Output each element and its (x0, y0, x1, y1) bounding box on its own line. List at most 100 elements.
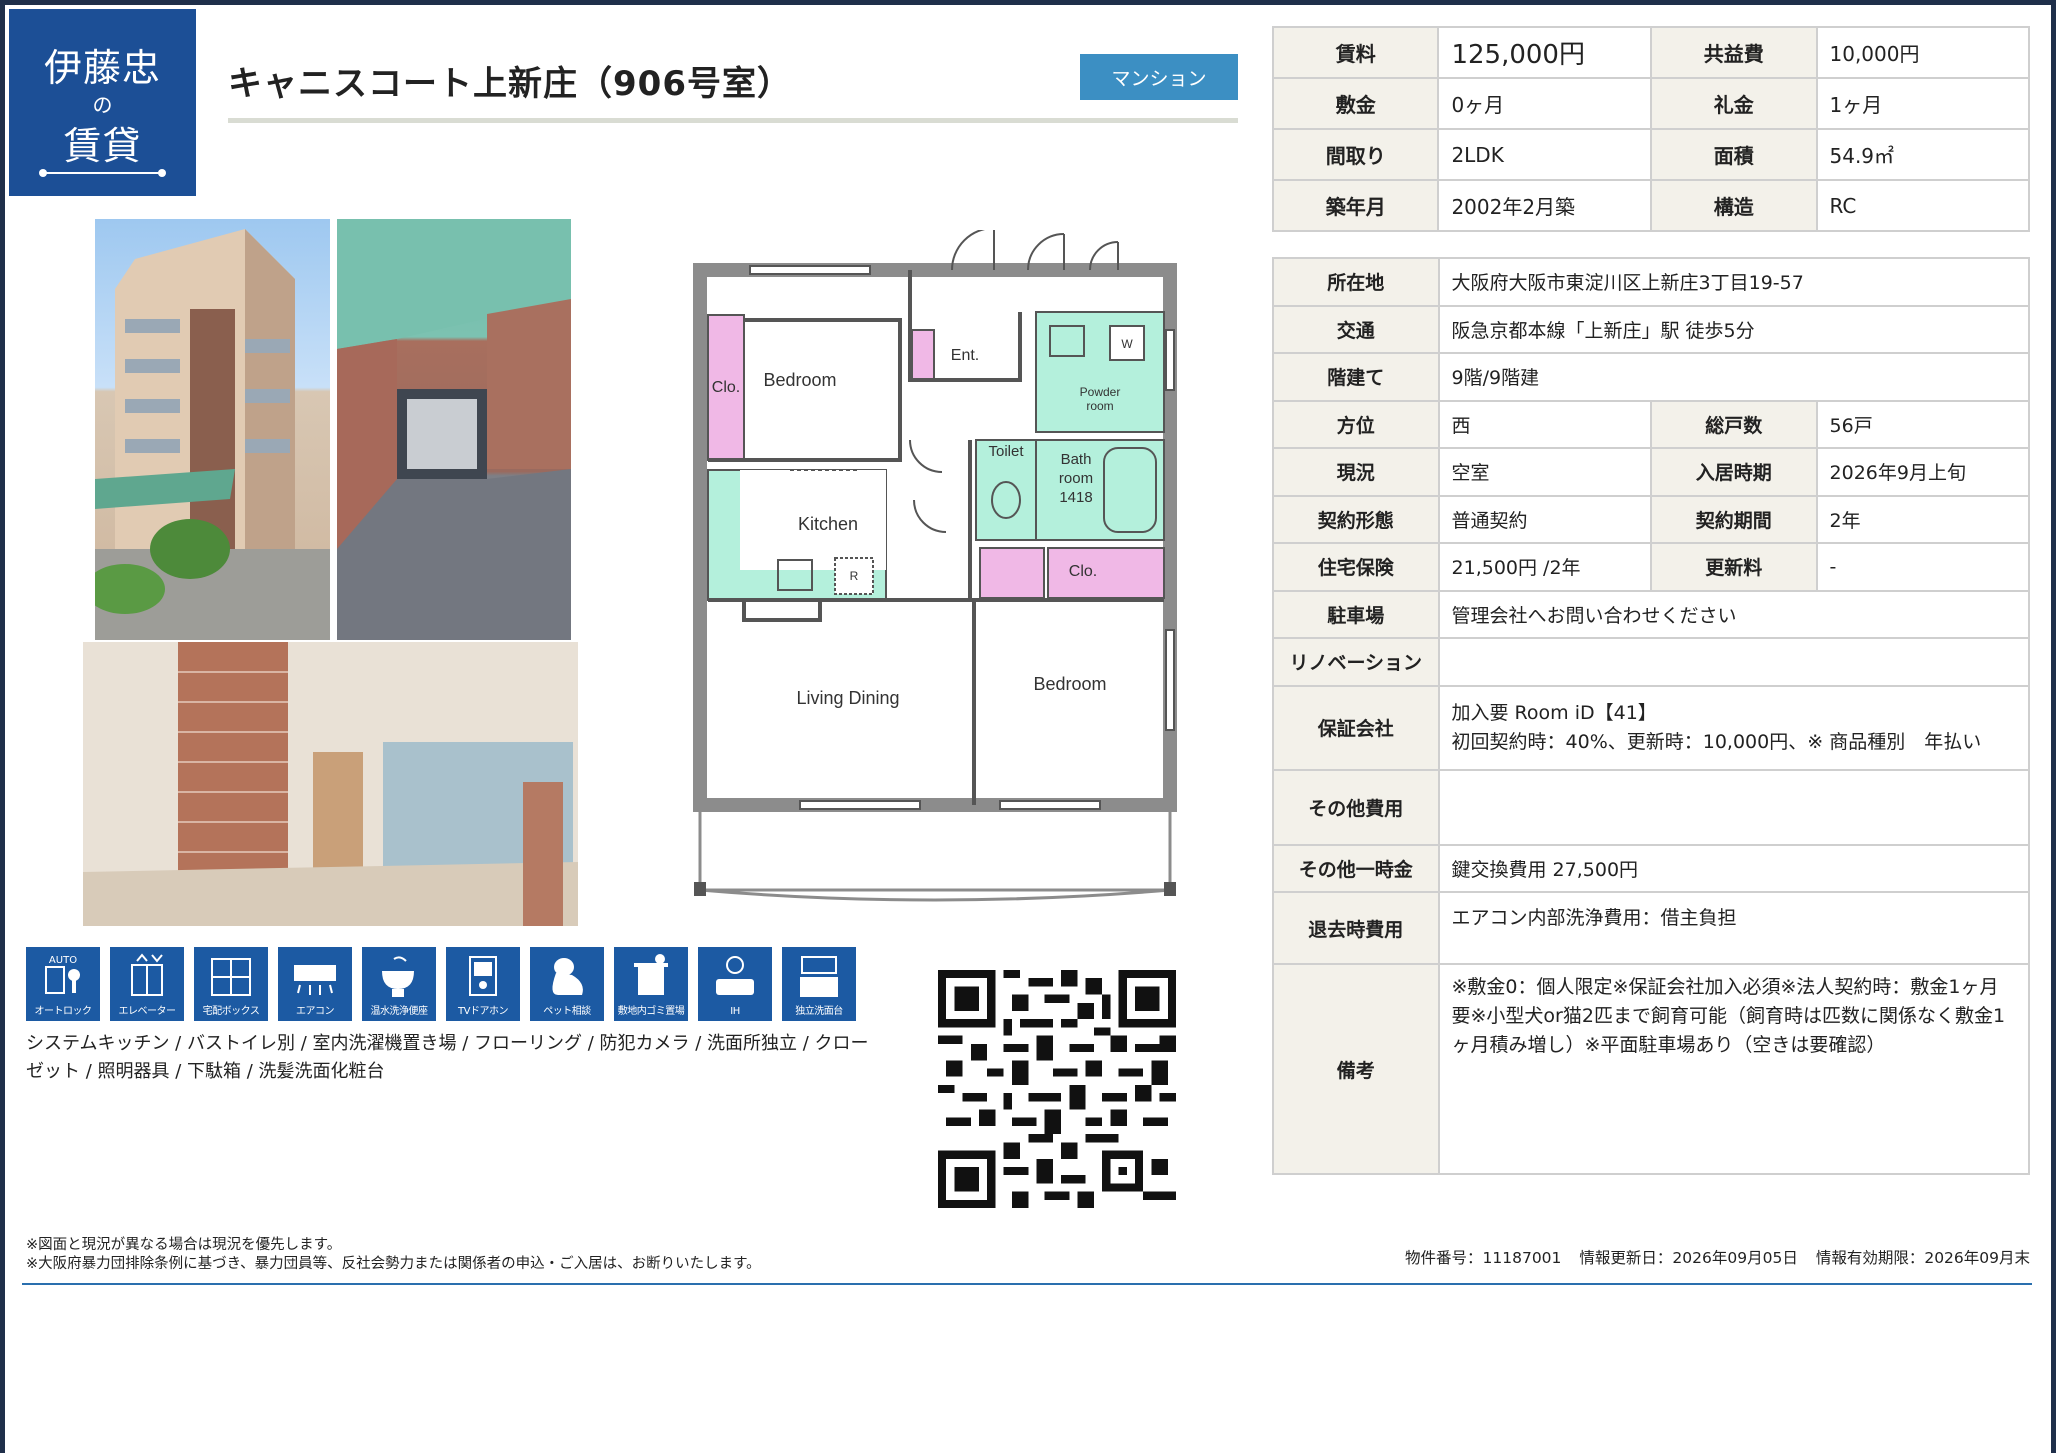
table-row: その他費用 (1272, 768, 2031, 846)
bathroom (1035, 439, 1165, 541)
common-fee-label: 共益費 (1650, 26, 1818, 79)
building-exterior-photo[interactable] (95, 219, 330, 640)
table-row: 備考 ※敷金0：個人限定※保証会社加入必須※法人契約時：敷金1ヶ月要※小型犬or… (1272, 963, 2031, 1175)
amenity-label: オートロック (34, 1006, 93, 1017)
fp-label-bedroom-1: Bedroom (763, 370, 836, 390)
units-label: 総戸数 (1650, 399, 1818, 449)
other-fees-label: その他費用 (1272, 768, 1440, 846)
brand-logo: 伊藤忠 の 賃貸 (9, 9, 196, 196)
table-row: 階建て 9階/9階建 (1272, 352, 2031, 402)
logo-text-3: 賃貸 (63, 124, 142, 168)
delivery-box-icon: 宅配ボックス (194, 947, 268, 1021)
table-row: 保証会社 加入要 Room iD【41】 初回契約時：40%、更新時：10,00… (1272, 684, 2031, 771)
amenity-label: IH (730, 1006, 740, 1017)
contract-period-label: 契約期間 (1650, 494, 1818, 544)
table-row: その他一時金 鍵交換費用 27,500円 (1272, 843, 2031, 893)
fp-label-toilet: Toilet (988, 443, 1024, 460)
table-row: 駐車場 管理会社へお問い合わせください (1272, 589, 2031, 639)
footer-note-1: ※図面と現況が異なる場合は現況を優先します。 (26, 1237, 342, 1253)
insurance-label: 住宅保険 (1272, 542, 1440, 592)
direction-label: 方位 (1272, 399, 1440, 449)
amenity-label: 独立洗面台 (795, 1006, 843, 1017)
table-row: 間取り 2LDK 面積 54.9㎡ (1271, 128, 2030, 181)
direction-value: 西 (1437, 399, 1653, 449)
qr-code[interactable] (938, 970, 1176, 1208)
fp-label-washer: W (1121, 337, 1133, 351)
fp-label-living: Living Dining (796, 688, 899, 708)
property-number: 物件番号：11187001 (1405, 1249, 1562, 1267)
contract-period-value: 2年 (1815, 494, 2031, 544)
layout-label: 間取り (1271, 128, 1440, 181)
fp-label-entrance: Ent. (951, 347, 979, 364)
amenity-label: エアコン (296, 1006, 335, 1017)
contract-type-label: 契約形態 (1272, 494, 1440, 544)
entrance-image (337, 219, 571, 640)
footer-rule (22, 1283, 2032, 1285)
floor-plan[interactable]: Bedroom Clo. Ent. Powder room W Toilet B… (690, 230, 1180, 910)
elevator-icon: エレベーター (110, 947, 184, 1021)
fp-label-bath-1: Bath (1061, 451, 1092, 468)
access-value: 阪急京都本線「上新庄」駅 徒歩5分 (1437, 304, 2031, 354)
table-row: リノベーション (1272, 637, 2031, 687)
feature-list: システムキッチン / バストイレ別 / 室内洗濯機置き場 / フローリング / … (26, 1033, 869, 1082)
fp-label-closet-2: Clo. (1069, 563, 1097, 580)
table-row: 賃料 125,000円 共益費 10,000円 (1271, 26, 2030, 79)
table-row: 築年月 2002年2月築 構造 RC (1271, 179, 2030, 232)
guarantor-line-1: 加入要 Room iD【41】 (1451, 701, 1657, 724)
table-row: 所在地 大阪府大阪市東淀川区上新庄3丁目19-57 (1272, 257, 2031, 307)
other-onetime-value: 鍵交換費用 27,500円 (1437, 843, 2031, 893)
built-label: 築年月 (1271, 179, 1440, 232)
closet-3 (1047, 547, 1165, 599)
footer-meta: 物件番号：11187001 情報更新日：2026年09月05日 情報有効期限：2… (1405, 1246, 2030, 1268)
other-onetime-label: その他一時金 (1272, 843, 1440, 893)
floor-value: 9階/9階建 (1437, 352, 2031, 402)
amenity-label: 宅配ボックス (202, 1006, 260, 1017)
amenity-label: 敷地内ゴミ置場 (617, 1006, 685, 1017)
move-in-value: 2026年9月上旬 (1815, 447, 2031, 497)
key-money-value: 1ヶ月 (1815, 77, 2030, 130)
renewal-label: 更新料 (1650, 542, 1818, 592)
info-valid-until: 情報有効期限：2026年09月末 (1815, 1249, 2030, 1267)
building-exterior-image (95, 229, 330, 640)
remarks-value: ※敷金0：個人限定※保証会社加入必須※法人契約時：敷金1ヶ月要※小型犬or猫2匹… (1437, 963, 2031, 1175)
fp-label-bedroom-2: Bedroom (1033, 674, 1106, 694)
ih-icon: IH (698, 947, 772, 1021)
fp-label-powder-room: room (1086, 399, 1113, 413)
garbage-icon: 敷地内ゴミ置場 (614, 947, 688, 1021)
fp-label-bath-2: room (1059, 470, 1093, 487)
lobby-photo[interactable] (83, 642, 578, 926)
other-fees-value (1437, 768, 2031, 846)
moveout-value: エアコン内部洗浄費用：借主負担 (1437, 891, 2031, 965)
fp-label-kitchen: Kitchen (798, 514, 858, 534)
table-row: 住宅保険 21,500円 /2年 更新料 - (1272, 542, 2031, 592)
address-label: 所在地 (1272, 257, 1440, 307)
parking-value: 管理会社へお問い合わせください (1437, 589, 2031, 639)
amenity-label: エレベーター (118, 1006, 177, 1017)
deposit-value: 0ヶ月 (1437, 77, 1653, 130)
entrance-closet (911, 329, 935, 381)
property-detail-table: 所在地 大阪府大阪市東淀川区上新庄3丁目19-57 交通 阪急京都本線「上新庄」… (1272, 257, 2031, 1175)
property-type-badge: マンション (1080, 54, 1238, 100)
renovation-label: リノベーション (1272, 637, 1440, 687)
amenity-icons: AUTO オートロック エレベーター 宅配ボックス エアコン 温水洗浄便座 TV… (26, 947, 856, 1021)
info-updated-date: 情報更新日：2026年09月05日 (1579, 1249, 1798, 1267)
table-row: 敷金 0ヶ月 礼金 1ヶ月 (1271, 77, 2030, 130)
structure-label: 構造 (1650, 179, 1818, 232)
units-value: 56戸 (1815, 399, 2031, 449)
rent-value: 125,000円 (1437, 26, 1653, 79)
status-label: 現況 (1272, 447, 1440, 497)
entrance-photo[interactable] (337, 219, 571, 640)
washlet-icon: 温水洗浄便座 (362, 947, 436, 1021)
moveout-label: 退去時費用 (1272, 891, 1440, 965)
area-label: 面積 (1650, 128, 1818, 181)
floor-label: 階建て (1272, 352, 1440, 402)
guarantor-value: 加入要 Room iD【41】 初回契約時：40%、更新時：10,000円、※ … (1437, 684, 2031, 771)
status-value: 空室 (1437, 447, 1653, 497)
logo-text-2: の (92, 93, 113, 117)
tv-intercom-icon: TVドアホン (446, 947, 520, 1021)
contract-type-value: 普通契約 (1437, 494, 1653, 544)
parking-label: 駐車場 (1272, 589, 1440, 639)
common-fee-value: 10,000円 (1815, 26, 2030, 79)
structure-value: RC (1815, 179, 2030, 232)
guarantor-label: 保証会社 (1272, 684, 1440, 771)
